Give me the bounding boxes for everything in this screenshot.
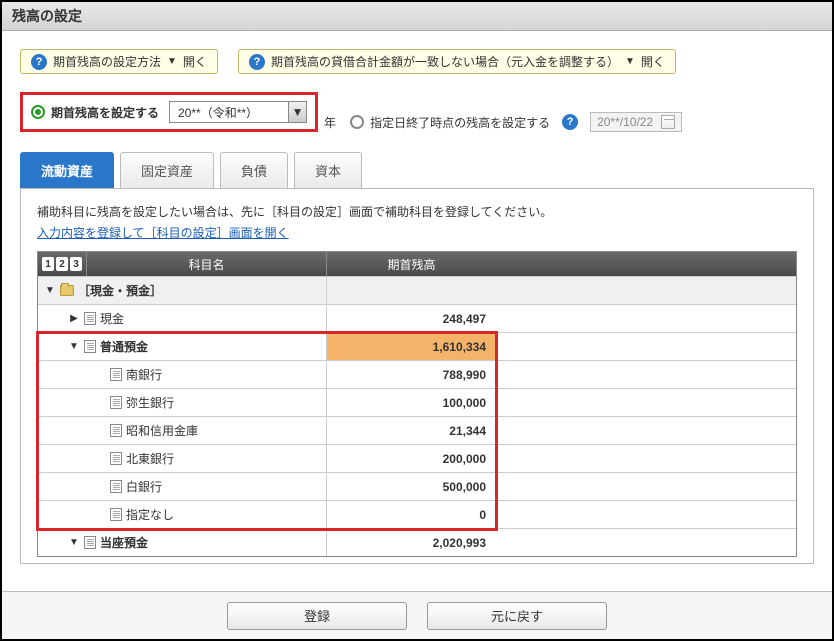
calendar-icon bbox=[661, 115, 675, 129]
table-row[interactable]: 北東銀行 200,000 bbox=[38, 444, 796, 472]
row-label: 南銀行 bbox=[126, 366, 162, 383]
level-2-button[interactable]: 2 bbox=[56, 257, 68, 271]
table-row[interactable]: 指定なし 0 bbox=[38, 500, 796, 528]
row-label: 白銀行 bbox=[126, 478, 162, 495]
collapse-icon[interactable]: ▼ bbox=[68, 341, 80, 353]
collapse-icon[interactable]: ▼ bbox=[44, 285, 56, 297]
help-method-label: 期首残高の設定方法 bbox=[53, 53, 161, 70]
row-label: 指定なし bbox=[126, 506, 174, 523]
radio-specified-date[interactable]: 指定日終了時点の残高を設定する bbox=[350, 114, 550, 131]
row-label: 北東銀行 bbox=[126, 450, 174, 467]
date-value: 20**/10/22 bbox=[597, 115, 653, 129]
question-icon: ? bbox=[31, 54, 47, 70]
open-label: 開く bbox=[641, 53, 665, 70]
table-row[interactable]: 昭和信用金庫 21,344 bbox=[38, 416, 796, 444]
level-buttons[interactable]: 1 2 3 bbox=[38, 252, 86, 276]
row-value[interactable]: 788,990 bbox=[326, 361, 496, 388]
opening-balance-option-box: 期首残高を設定する 20**（令和**） ▼ bbox=[20, 92, 318, 132]
radio-opening-label: 期首残高を設定する bbox=[51, 104, 159, 121]
year-combo[interactable]: 20**（令和**） ▼ bbox=[169, 101, 307, 123]
hint-text: 補助科目に残高を設定したい場合は、先に［科目の設定］画面で補助科目を登録してくだ… bbox=[37, 203, 797, 220]
question-icon: ? bbox=[249, 54, 265, 70]
radio-opening-balance[interactable]: 期首残高を設定する bbox=[31, 104, 159, 121]
document-icon bbox=[84, 536, 96, 549]
row-value[interactable]: 248,497 bbox=[326, 305, 496, 332]
row-label: ［現金・預金］ bbox=[78, 282, 162, 299]
radio-checked-icon bbox=[31, 105, 45, 119]
row-value[interactable]: 21,344 bbox=[326, 417, 496, 444]
tab-liabilities[interactable]: 負債 bbox=[220, 152, 288, 188]
folder-icon bbox=[60, 285, 74, 296]
document-icon bbox=[110, 452, 122, 465]
row-value bbox=[326, 277, 496, 304]
row-value[interactable]: 0 bbox=[326, 501, 496, 528]
row-label: 弥生銀行 bbox=[126, 394, 174, 411]
date-field: 20**/10/22 bbox=[590, 112, 682, 132]
document-icon bbox=[110, 424, 122, 437]
level-3-button[interactable]: 3 bbox=[70, 257, 82, 271]
table-row[interactable]: ▼ 当座預金 2,020,993 bbox=[38, 528, 796, 556]
table-row[interactable]: 白銀行 500,000 bbox=[38, 472, 796, 500]
col-account-name: 科目名 bbox=[86, 252, 326, 276]
document-icon bbox=[110, 368, 122, 381]
table-row[interactable]: 弥生銀行 100,000 bbox=[38, 388, 796, 416]
expand-icon[interactable]: ▶ bbox=[68, 313, 80, 325]
submit-button[interactable]: 登録 bbox=[227, 602, 407, 630]
tab-fixed-assets[interactable]: 固定資産 bbox=[120, 152, 214, 188]
window-title: 残高の設定 bbox=[2, 2, 832, 31]
table-row[interactable]: ▼ 普通預金 1,610,334 bbox=[38, 332, 796, 360]
year-suffix: 年 bbox=[324, 114, 336, 131]
col-opening-balance: 期首残高 bbox=[326, 252, 496, 276]
open-account-settings-link[interactable]: 入力内容を登録して［科目の設定］画面を開く bbox=[37, 224, 289, 241]
row-value: 2,020,993 bbox=[326, 529, 496, 556]
question-icon[interactable]: ? bbox=[562, 114, 578, 130]
row-value[interactable]: 200,000 bbox=[326, 445, 496, 472]
radio-unchecked-icon bbox=[350, 115, 364, 129]
help-adjust-button[interactable]: ? 期首残高の貸借合計金額が一致しない場合（元入金を調整する） ▼ 開く bbox=[238, 49, 676, 74]
row-label: 普通預金 bbox=[100, 338, 148, 355]
row-value[interactable]: 500,000 bbox=[326, 473, 496, 500]
year-combo-value: 20**（令和**） bbox=[170, 104, 288, 121]
chevron-down-icon: ▼ bbox=[167, 56, 177, 67]
chevron-down-icon: ▼ bbox=[625, 56, 635, 67]
balance-table: 1 2 3 科目名 期首残高 ▼ ［現金・預金］ ▶ 現金 248,497 bbox=[37, 251, 797, 557]
document-icon bbox=[110, 396, 122, 409]
document-icon bbox=[84, 312, 96, 325]
open-label: 開く bbox=[183, 53, 207, 70]
help-method-button[interactable]: ? 期首残高の設定方法 ▼ 開く bbox=[20, 49, 218, 74]
document-icon bbox=[84, 340, 96, 353]
table-row[interactable]: ▼ ［現金・預金］ bbox=[38, 276, 796, 304]
row-value: 1,610,334 bbox=[326, 333, 496, 360]
help-adjust-label: 期首残高の貸借合計金額が一致しない場合（元入金を調整する） bbox=[271, 53, 619, 70]
document-icon bbox=[110, 480, 122, 493]
document-icon bbox=[110, 508, 122, 521]
chevron-down-icon[interactable]: ▼ bbox=[288, 102, 306, 122]
radio-specified-label: 指定日終了時点の残高を設定する bbox=[370, 114, 550, 131]
collapse-icon[interactable]: ▼ bbox=[68, 537, 80, 549]
tab-current-assets[interactable]: 流動資産 bbox=[20, 152, 114, 188]
table-row[interactable]: 南銀行 788,990 bbox=[38, 360, 796, 388]
row-label: 昭和信用金庫 bbox=[126, 422, 198, 439]
tab-capital[interactable]: 資本 bbox=[294, 152, 362, 188]
reset-button[interactable]: 元に戻す bbox=[427, 602, 607, 630]
row-value[interactable]: 100,000 bbox=[326, 389, 496, 416]
row-label: 当座預金 bbox=[100, 534, 148, 551]
level-1-button[interactable]: 1 bbox=[42, 257, 54, 271]
table-row[interactable]: ▶ 現金 248,497 bbox=[38, 304, 796, 332]
row-label: 現金 bbox=[100, 310, 124, 327]
